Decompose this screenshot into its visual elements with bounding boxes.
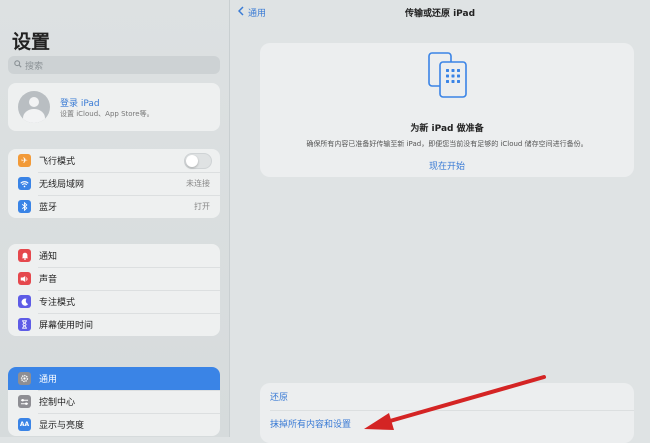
gear-icon [18,372,31,385]
moon-icon [18,295,31,308]
connectivity-group: ✈ 飞行模式 无线局域网 未连接 蓝牙 打开 [8,149,220,218]
prepare-card: 为新 iPad 做准备 确保所有内容已准备好传输至新 iPad，即便您当前没有足… [260,43,634,177]
control-center-icon [18,395,31,408]
sidebar: 设置 搜索 登录 iPad 设置 iCloud、App Store等。 ✈ 飞行… [0,0,230,437]
profile-card[interactable]: 登录 iPad 设置 iCloud、App Store等。 [8,83,220,131]
chevron-left-icon [237,6,244,19]
page-title: 传输或还原 iPad [404,9,476,19]
sidebar-item-label: 通知 [39,252,58,262]
sidebar-item-label: 无线局域网 [39,180,85,190]
sidebar-item-label: 显示与亮度 [39,421,85,431]
back-label: 通用 [248,9,267,19]
search-icon [14,59,22,71]
sidebar-item-general[interactable]: 通用 [8,367,220,390]
sidebar-item-label: 蓝牙 [39,203,58,213]
sidebar-item-notifications[interactable]: 通知 [8,244,220,267]
prepare-heading: 为新 iPad 做准备 [410,124,484,134]
sidebar-item-sounds[interactable]: 声音 [8,267,220,290]
sidebar-item-wifi[interactable]: 无线局域网 未连接 [8,172,220,195]
sidebar-item-control-center[interactable]: 控制中心 [8,390,220,413]
reset-card: 还原 抹掉所有内容和设置 [260,383,634,443]
display-icon: AA [18,418,31,431]
prepare-description: 确保所有内容已准备好传输至新 iPad，即便您当前没有足够的 iCloud 储存… [306,140,588,148]
avatar [18,91,50,123]
general-group: 通用 控制中心 AA 显示与亮度 [8,367,220,436]
wifi-status: 未连接 [186,179,210,188]
sidebar-item-label: 飞行模式 [39,157,76,167]
profile-subtitle: 设置 iCloud、App Store等。 [60,110,154,118]
wifi-icon [18,177,31,190]
profile-name: 登录 iPad [60,99,100,109]
sidebar-item-label: 控制中心 [39,398,76,408]
sidebar-item-airplane-mode[interactable]: ✈ 飞行模式 [8,149,220,172]
sidebar-item-screen-time[interactable]: 屏幕使用时间 [8,313,220,336]
sidebar-item-label: 通用 [39,375,58,385]
sidebar-item-display-brightness[interactable]: AA 显示与亮度 [8,413,220,436]
speaker-icon [18,272,31,285]
sidebar-item-label: 专注模式 [39,298,76,308]
get-started-button[interactable]: 现在开始 [260,159,634,172]
airplane-icon: ✈ [18,154,31,167]
reset-button[interactable]: 还原 [260,383,634,410]
bluetooth-icon [18,200,31,213]
notifications-group: 通知 声音 专注模式 屏幕使用时间 [8,244,220,336]
search-placeholder: 搜索 [25,61,44,72]
sidebar-item-bluetooth[interactable]: 蓝牙 打开 [8,195,220,218]
ipad-transfer-icon [428,52,467,98]
airplane-mode-toggle[interactable] [184,152,212,169]
sidebar-title: 设置 [12,31,51,53]
sidebar-item-label: 声音 [39,275,58,285]
search-input[interactable]: 搜索 [8,56,220,74]
sidebar-item-focus[interactable]: 专注模式 [8,290,220,313]
hourglass-icon [18,318,31,331]
bell-icon [18,249,31,262]
back-button[interactable]: 通用 [237,6,267,19]
erase-all-content-button[interactable]: 抹掉所有内容和设置 [260,410,634,437]
sidebar-item-label: 屏幕使用时间 [39,321,94,331]
bluetooth-status: 打开 [194,202,210,211]
